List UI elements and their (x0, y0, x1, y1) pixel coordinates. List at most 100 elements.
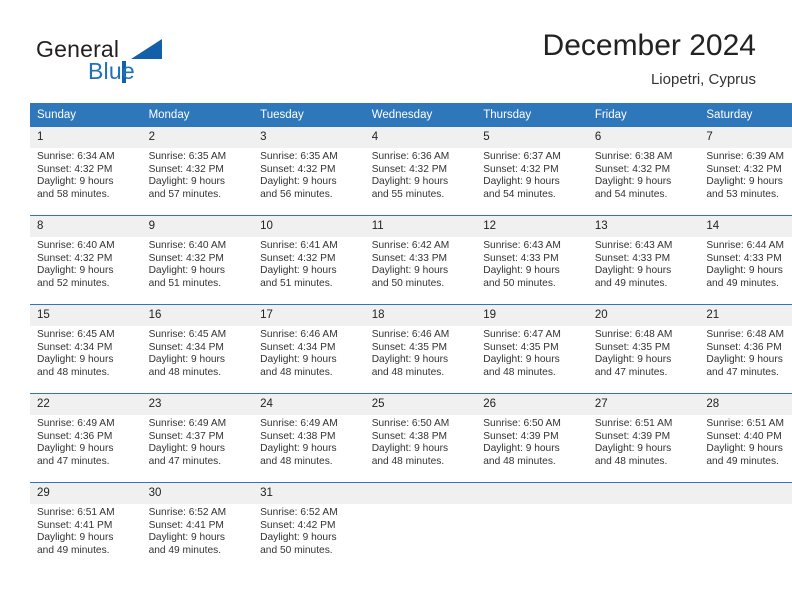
daylight-duration-line2: and 56 minutes. (260, 188, 333, 200)
sunrise-time: Sunrise: 6:48 AM (706, 329, 784, 340)
daylight-duration-line2: and 50 minutes. (371, 277, 445, 289)
day-number: 8 (30, 216, 142, 237)
sunset-time: Sunset: 4:32 PM (260, 252, 336, 264)
calendar-day-cell[interactable]: 7 Sunrise: 6:39 AM Sunset: 4:32 PM Daylight… (699, 126, 792, 215)
daylight-duration-line2: and 49 minutes. (594, 277, 668, 289)
day-cell-inner: 19 Sunrise: 6:47 AM Sunset: 4:35 PM Dayligh… (476, 304, 588, 393)
calendar-day-cell[interactable]: 21 Sunrise: 6:48 AM Sunset: 4:36 PM Dayligh… (699, 304, 792, 393)
day-number: 28 (699, 394, 792, 415)
sunset-time: Sunset: 4:38 PM (371, 430, 448, 442)
calendar-day-cell[interactable]: 16 Sunrise: 6:45 AM Sunset: 4:34 PM Dayligh… (141, 304, 254, 393)
calendar-day-cell[interactable]: 3 Sunrise: 6:35 AM Sunset: 4:32 PM Daylight… (253, 126, 365, 215)
calendar-day-cell[interactable]: 23 Sunrise: 6:49 AM Sunset: 4:37 PM Dayligh… (141, 393, 254, 482)
calendar-day-cell[interactable]: 24 Sunrise: 6:49 AM Sunset: 4:38 PM Dayligh… (253, 393, 365, 482)
day-details: Sunrise: 6:45 AM Sunset: 4:34 PM Daylight:… (142, 326, 254, 379)
sunrise-time: Sunrise: 6:39 AM (706, 151, 784, 162)
calendar-day-cell[interactable]: 30 Sunrise: 6:52 AM Sunset: 4:41 PM Dayligh… (141, 482, 254, 571)
calendar-day-cell[interactable]: 20 Sunrise: 6:48 AM Sunset: 4:35 PM Dayligh… (587, 304, 700, 393)
calendar-day-cell[interactable]: 27 Sunrise: 6:51 AM Sunset: 4:39 PM Dayligh… (587, 393, 700, 482)
day-details: Sunrise: 6:44 AM Sunset: 4:33 PM Daylight:… (699, 237, 792, 290)
calendar-day-cell[interactable]: 6 Sunrise: 6:38 AM Sunset: 4:32 PM Daylight… (587, 126, 700, 215)
daylight-duration-line2: and 48 minutes. (37, 366, 110, 378)
day-number: 3 (253, 127, 365, 148)
calendar-day-cell[interactable]: 9 Sunrise: 6:40 AM Sunset: 4:32 PM Daylight… (141, 215, 254, 304)
day-details: Sunrise: 6:43 AM Sunset: 4:33 PM Daylight:… (588, 237, 700, 290)
day-cell-inner: 7 Sunrise: 6:39 AM Sunset: 4:32 PM Daylight… (699, 126, 792, 215)
daylight-duration-line2: and 48 minutes. (483, 366, 556, 378)
calendar-day-cell[interactable]: 11 Sunrise: 6:42 AM Sunset: 4:33 PM Dayligh… (364, 215, 477, 304)
daylight-duration-line1: Daylight: 9 hours (483, 443, 560, 455)
sunset-time: Sunset: 4:34 PM (37, 341, 113, 353)
daylight-duration-line2: and 48 minutes. (483, 455, 556, 467)
sunset-time: Sunset: 4:36 PM (37, 430, 113, 442)
day-details: Sunrise: 6:34 AM Sunset: 4:32 PM Daylight:… (30, 148, 142, 201)
calendar-day-cell[interactable]: 22 Sunrise: 6:49 AM Sunset: 4:36 PM Dayligh… (30, 393, 142, 482)
day-number (364, 483, 477, 504)
calendar-day-cell[interactable]: 25 Sunrise: 6:50 AM Sunset: 4:38 PM Dayligh… (364, 393, 477, 482)
day-number: 30 (141, 483, 254, 504)
sunset-time: Sunset: 4:32 PM (148, 252, 224, 264)
calendar-day-cell[interactable]: 2 Sunrise: 6:35 AM Sunset: 4:32 PM Daylight… (141, 126, 254, 215)
sunrise-time: Sunrise: 6:47 AM (483, 329, 561, 340)
day-cell-inner: 14 Sunrise: 6:44 AM Sunset: 4:33 PM Dayligh… (699, 215, 792, 304)
calendar-day-cell[interactable]: 19 Sunrise: 6:47 AM Sunset: 4:35 PM Dayligh… (476, 304, 588, 393)
daylight-duration-line1: Daylight: 9 hours (148, 443, 226, 455)
day-details: Sunrise: 6:49 AM Sunset: 4:36 PM Daylight:… (30, 415, 142, 468)
daylight-duration-line2: and 48 minutes. (371, 366, 445, 378)
calendar-day-cell[interactable]: 29 Sunrise: 6:51 AM Sunset: 4:41 PM Dayligh… (30, 482, 142, 571)
daylight-duration-line1: Daylight: 9 hours (37, 354, 114, 366)
sunset-time: Sunset: 4:32 PM (706, 163, 782, 175)
daylight-duration-line1: Daylight: 9 hours (148, 354, 226, 366)
calendar-day-cell[interactable]: 17 Sunrise: 6:46 AM Sunset: 4:34 PM Dayligh… (253, 304, 365, 393)
daylight-duration-line2: and 47 minutes. (594, 366, 668, 378)
day-details: Sunrise: 6:46 AM Sunset: 4:34 PM Daylight:… (253, 326, 365, 379)
day-cell-inner: 24 Sunrise: 6:49 AM Sunset: 4:38 PM Dayligh… (253, 393, 365, 482)
sunset-time: Sunset: 4:42 PM (260, 519, 336, 531)
calendar-day-cell[interactable] (364, 482, 477, 571)
daylight-duration-line2: and 47 minutes. (706, 366, 779, 378)
daylight-duration-line1: Daylight: 9 hours (260, 532, 337, 544)
day-number: 24 (253, 394, 365, 415)
calendar-day-cell[interactable]: 12 Sunrise: 6:43 AM Sunset: 4:33 PM Dayligh… (476, 215, 588, 304)
day-number: 16 (141, 305, 254, 326)
calendar-day-cell[interactable]: 28 Sunrise: 6:51 AM Sunset: 4:40 PM Dayligh… (699, 393, 792, 482)
calendar-day-cell[interactable] (699, 482, 792, 571)
daylight-duration-line1: Daylight: 9 hours (594, 443, 672, 455)
calendar-day-cell[interactable] (476, 482, 588, 571)
calendar-day-cell[interactable]: 15 Sunrise: 6:45 AM Sunset: 4:34 PM Dayligh… (30, 304, 142, 393)
calendar-day-cell[interactable] (587, 482, 700, 571)
daylight-duration-line2: and 57 minutes. (148, 188, 222, 200)
day-number: 22 (30, 394, 142, 415)
calendar-day-cell[interactable]: 1 Sunrise: 6:34 AM Sunset: 4:32 PM Daylight… (30, 126, 142, 215)
sunset-time: Sunset: 4:32 PM (483, 163, 559, 175)
weekday-header-sunday: Sunday (30, 103, 142, 126)
calendar-day-cell[interactable]: 26 Sunrise: 6:50 AM Sunset: 4:39 PM Dayligh… (476, 393, 588, 482)
day-details: Sunrise: 6:42 AM Sunset: 4:33 PM Daylight:… (365, 237, 477, 290)
day-number: 27 (587, 394, 700, 415)
logo-text-blue: Blue (88, 58, 135, 84)
daylight-duration-line2: and 48 minutes. (148, 366, 222, 378)
sunset-time: Sunset: 4:32 PM (148, 163, 224, 175)
day-number: 15 (30, 305, 142, 326)
sunset-time: Sunset: 4:33 PM (594, 252, 671, 264)
day-number: 20 (587, 305, 700, 326)
sunset-time: Sunset: 4:37 PM (148, 430, 224, 442)
calendar-day-cell[interactable]: 14 Sunrise: 6:44 AM Sunset: 4:33 PM Dayligh… (699, 215, 792, 304)
day-cell-inner (699, 482, 792, 571)
daylight-duration-line1: Daylight: 9 hours (371, 443, 449, 455)
calendar-day-cell[interactable]: 4 Sunrise: 6:36 AM Sunset: 4:32 PM Daylight… (364, 126, 477, 215)
calendar-day-cell[interactable]: 5 Sunrise: 6:37 AM Sunset: 4:32 PM Daylight… (476, 126, 588, 215)
day-cell-inner: 25 Sunrise: 6:50 AM Sunset: 4:38 PM Dayligh… (364, 393, 477, 482)
general-blue-logo[interactable]: General Blue (36, 36, 256, 92)
daylight-duration-line1: Daylight: 9 hours (371, 176, 449, 188)
sunset-time: Sunset: 4:39 PM (483, 430, 559, 442)
calendar-day-cell[interactable]: 18 Sunrise: 6:46 AM Sunset: 4:35 PM Dayligh… (364, 304, 477, 393)
day-cell-inner: 1 Sunrise: 6:34 AM Sunset: 4:32 PM Daylight… (30, 126, 142, 215)
calendar-day-cell[interactable]: 13 Sunrise: 6:43 AM Sunset: 4:33 PM Dayligh… (587, 215, 700, 304)
calendar-day-cell[interactable]: 8 Sunrise: 6:40 AM Sunset: 4:32 PM Daylight… (30, 215, 142, 304)
daylight-duration-line2: and 50 minutes. (260, 544, 333, 556)
calendar-day-cell[interactable]: 10 Sunrise: 6:41 AM Sunset: 4:32 PM Dayligh… (253, 215, 365, 304)
day-details: Sunrise: 6:48 AM Sunset: 4:36 PM Daylight:… (699, 326, 792, 379)
calendar-day-cell[interactable]: 31 Sunrise: 6:52 AM Sunset: 4:42 PM Dayligh… (253, 482, 365, 571)
sunrise-time: Sunrise: 6:51 AM (594, 418, 673, 429)
